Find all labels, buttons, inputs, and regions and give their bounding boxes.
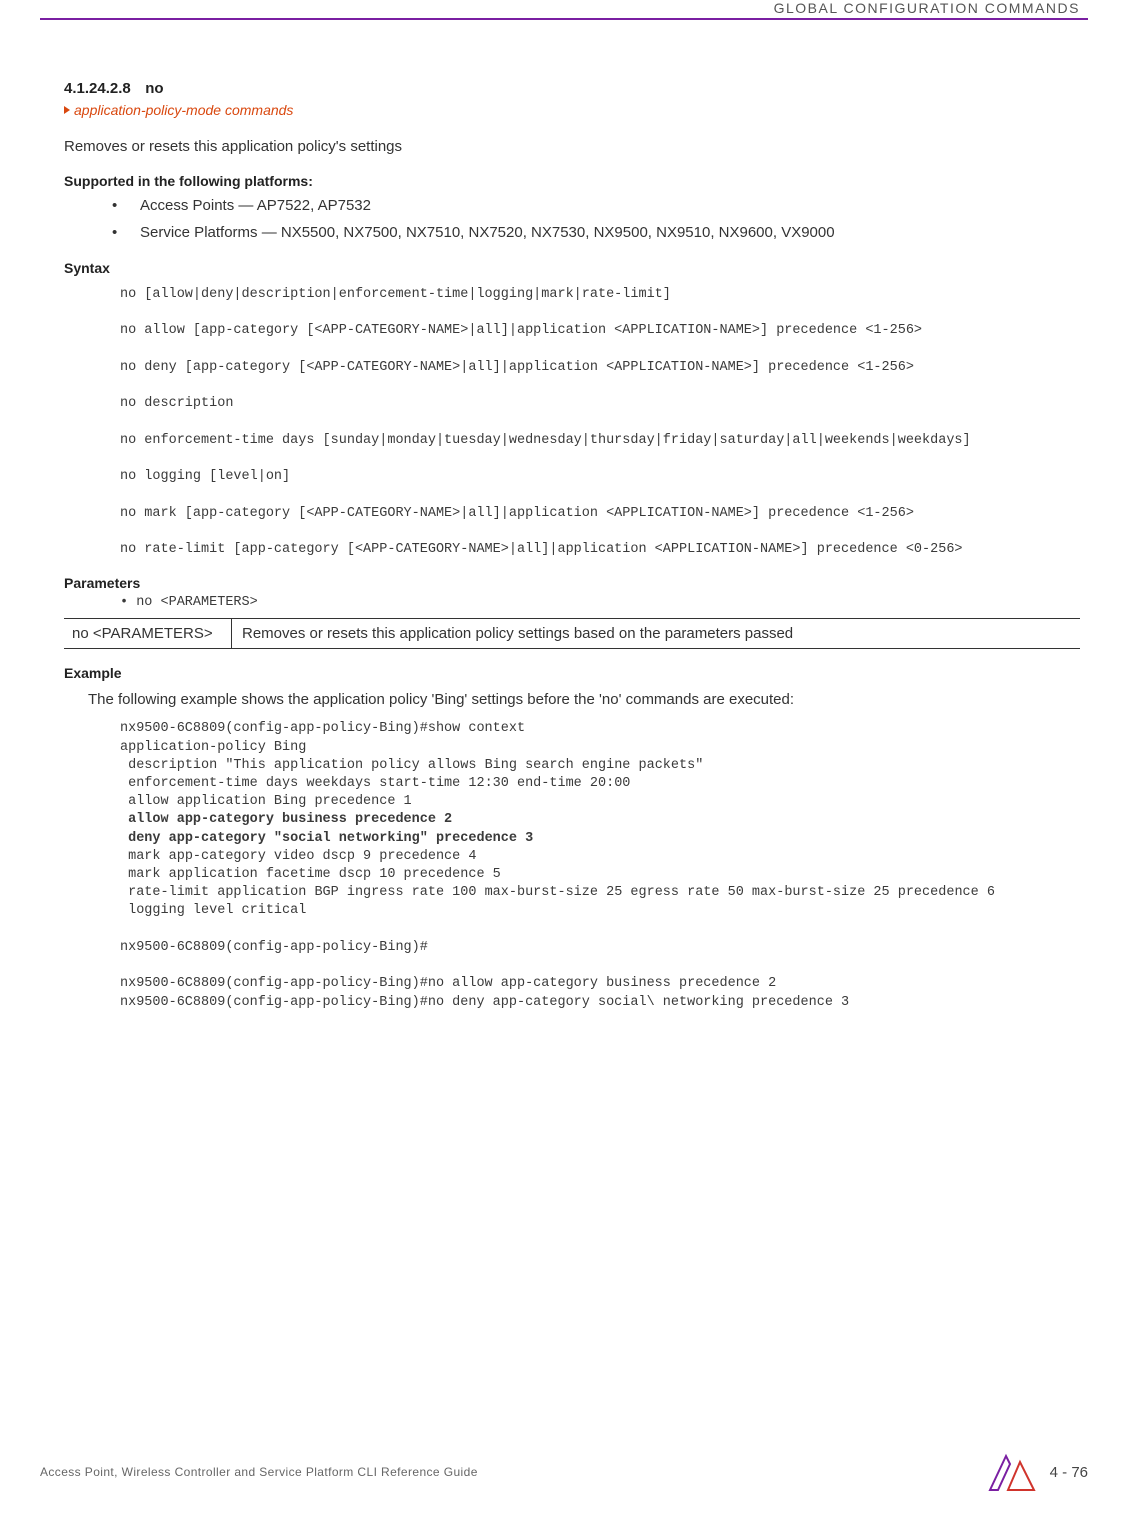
example-block: nx9500-6C8809(config-app-policy-Bing)#sh…	[120, 720, 1080, 1012]
section-intro: Removes or resets this application polic…	[64, 136, 1080, 157]
section-number: 4.1.24.2.8	[64, 80, 131, 97]
param-desc-cell: Removes or resets this application polic…	[232, 619, 1080, 648]
brand-logo-icon	[988, 1452, 1036, 1492]
list-item: • Service Platforms — NX5500, NX7500, NX…	[112, 222, 1080, 245]
example-heading: Example	[64, 665, 1080, 681]
breadcrumb-label: application-policy-mode commands	[74, 102, 293, 118]
list-item-text: Service Platforms — NX5500, NX7500, NX75…	[140, 222, 835, 245]
page-footer: Access Point, Wireless Controller and Se…	[40, 1452, 1088, 1492]
chevron-right-icon	[64, 106, 70, 114]
header-rule	[40, 18, 1088, 20]
list-item-text: Access Points — AP7522, AP7532	[140, 195, 371, 218]
section-title: no	[145, 80, 163, 97]
syntax-block: no [allow|deny|description|enforcement-t…	[120, 286, 1080, 559]
parameters-bullet: • no <PARAMETERS>	[120, 595, 1080, 610]
syntax-heading: Syntax	[64, 260, 1080, 276]
param-name-cell: no <PARAMETERS>	[64, 619, 232, 648]
page-content: 4.1.24.2.8 no application-policy-mode co…	[64, 80, 1080, 1012]
footer-right: 4 - 76	[988, 1452, 1088, 1492]
list-item: • Access Points — AP7522, AP7532	[112, 195, 1080, 218]
supported-heading: Supported in the following platforms:	[64, 173, 1080, 189]
parameters-table: no <PARAMETERS> Removes or resets this a…	[64, 618, 1080, 649]
running-header: GLOBAL CONFIGURATION COMMANDS	[774, 0, 1080, 16]
parameters-heading: Parameters	[64, 575, 1080, 591]
supported-list: • Access Points — AP7522, AP7532 • Servi…	[112, 195, 1080, 244]
bullet-icon: •	[112, 195, 122, 218]
section-heading-row: 4.1.24.2.8 no	[64, 80, 1080, 98]
page-number: 4 - 76	[1050, 1464, 1088, 1481]
bullet-icon: •	[112, 222, 122, 245]
example-intro: The following example shows the applicat…	[88, 689, 1080, 710]
footer-title: Access Point, Wireless Controller and Se…	[40, 1465, 478, 1479]
breadcrumb: application-policy-mode commands	[64, 102, 1080, 118]
